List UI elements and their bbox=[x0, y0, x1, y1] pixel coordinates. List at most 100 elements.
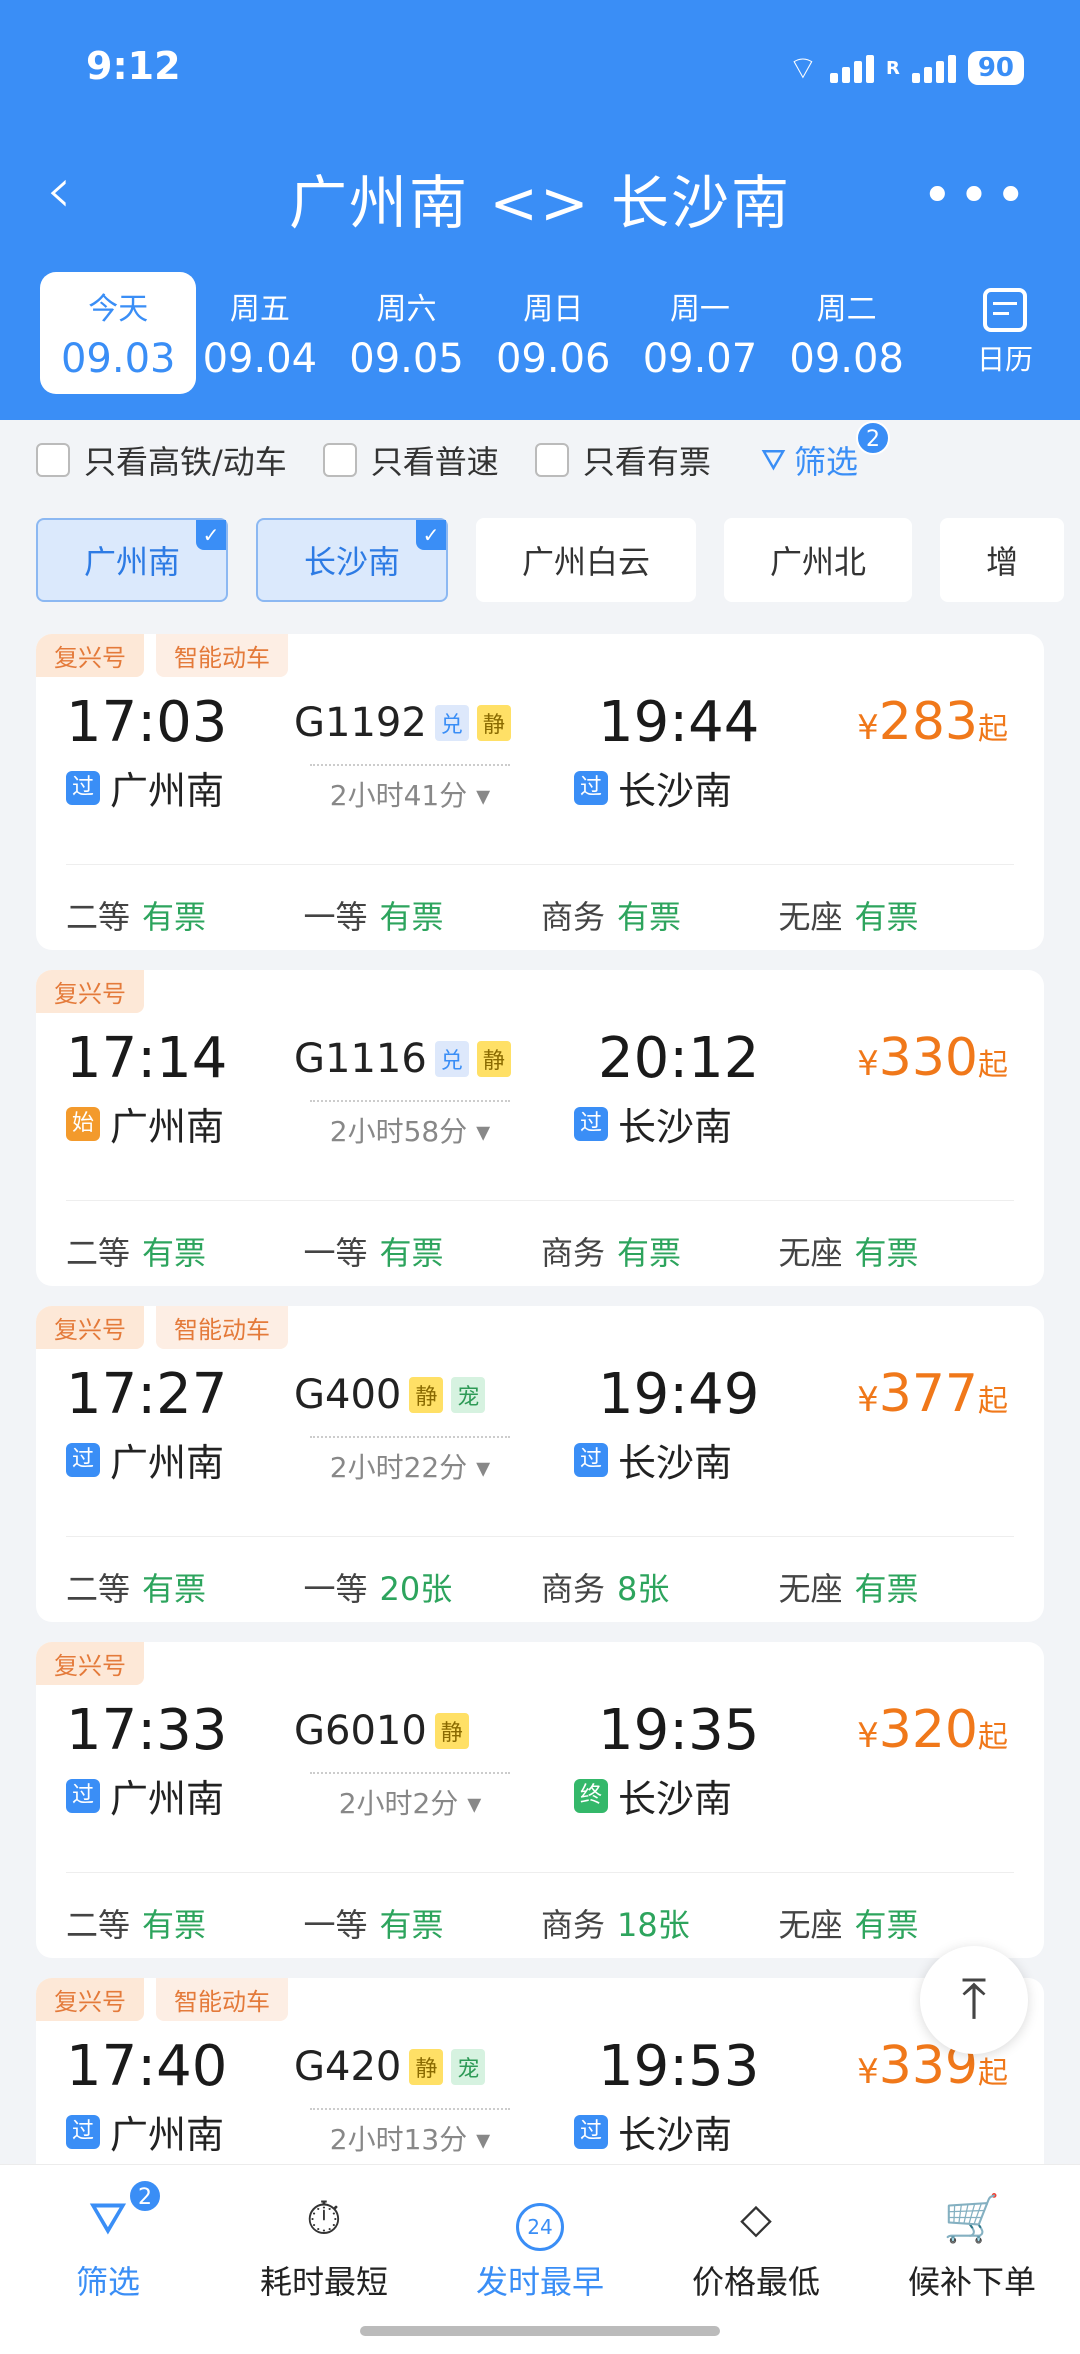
train-tags: 复兴号 智能动车 bbox=[36, 634, 288, 677]
bottom-label: 价格最低 bbox=[691, 2263, 820, 2301]
bottom-toolbar: ⛛ 2 筛选 ⏱ 耗时最短 24 发时最早 ⬦ 价格最低 🛒 候补下单 bbox=[0, 2164, 1080, 2354]
seat-class[interactable]: 商务 8张 bbox=[541, 1564, 779, 1610]
train-card[interactable]: 复兴号 智能动车 17:27 G400 静宠 19:49 2小时22分 ▾ 过广州南 过长沙南 ¥… bbox=[36, 1306, 1044, 1622]
trip-duration[interactable]: 2小时22分 ▾ bbox=[310, 1436, 510, 1486]
arrival-time: 19:53 bbox=[598, 2034, 760, 2099]
seat-class[interactable]: 无座有票 bbox=[779, 1564, 1017, 1610]
normal-speed-checkbox[interactable]: 只看普速 bbox=[322, 437, 499, 483]
date-tab-0[interactable]: 今天 09.03 bbox=[40, 272, 197, 394]
wifi-icon: ⌔ bbox=[787, 49, 818, 87]
station-type-icon: 过 bbox=[66, 770, 100, 805]
date-tab-4[interactable]: 周一 09.07 bbox=[627, 272, 774, 394]
seat-class[interactable]: 一等 20张 bbox=[304, 1564, 542, 1610]
seat-class[interactable]: 一等有票 bbox=[304, 1228, 542, 1274]
arrival-station: 过长沙南 bbox=[574, 2104, 732, 2159]
bottom-waitlist-button[interactable]: 🛒 候补下单 bbox=[864, 2165, 1080, 2354]
seat-class[interactable]: 二等有票 bbox=[66, 1228, 304, 1274]
departure-time: 17:14 bbox=[66, 1026, 228, 1091]
train-card[interactable]: 复兴号 17:14 G1116 兑静 20:12 2小时58分 ▾ 始广州南 过长沙南 ¥330… bbox=[36, 970, 1044, 1286]
seat-availability: 二等 有票 一等 有票 商务 18张 无座 有票 bbox=[66, 1900, 1016, 1946]
date-dow: 周二 bbox=[816, 292, 877, 327]
high-speed-checkbox[interactable]: 只看高铁/动车 bbox=[36, 437, 287, 483]
seat-availability-value: 有票 bbox=[142, 898, 207, 936]
train-feature-badge: 兑 bbox=[434, 1041, 469, 1077]
station-chip-guangzhoubei[interactable]: 广州北 bbox=[724, 518, 913, 602]
more-button[interactable]: ••• bbox=[922, 166, 1032, 226]
train-feature-badge: 宠 bbox=[451, 2049, 486, 2085]
seat-availability-value: 有票 bbox=[379, 898, 444, 936]
date-dow: 今天 bbox=[88, 292, 149, 327]
seat-class[interactable]: 无座有票 bbox=[779, 1228, 1017, 1274]
date-dow: 周一 bbox=[669, 292, 730, 327]
seat-class[interactable]: 二等有票 bbox=[66, 1564, 304, 1610]
seat-class[interactable]: 无座有票 bbox=[779, 892, 1017, 938]
departure-time: 17:03 bbox=[66, 690, 228, 755]
station-type-icon: 过 bbox=[574, 1442, 608, 1477]
trip-duration[interactable]: 2小时13分 ▾ bbox=[310, 2108, 510, 2158]
seat-class-label: 一等 bbox=[303, 1906, 368, 1944]
bottom-filter-button[interactable]: ⛛ 2 筛选 bbox=[0, 2165, 216, 2354]
arrival-time: 19:35 bbox=[598, 1698, 760, 1763]
trip-duration[interactable]: 2小时2分 ▾ bbox=[310, 1772, 510, 1822]
station-chip-changshanan[interactable]: 长沙南 ✓ bbox=[256, 518, 449, 602]
seat-class[interactable]: 二等有票 bbox=[66, 1900, 304, 1946]
train-tags: 复兴号 智能动车 bbox=[36, 1978, 288, 2021]
seat-availability-value: 18张 bbox=[617, 1906, 690, 1944]
check-icon: ✓ bbox=[416, 520, 447, 550]
seat-class[interactable]: 一等有票 bbox=[304, 892, 542, 938]
arrival-time: 19:44 bbox=[598, 690, 760, 755]
seat-class[interactable]: 一等有票 bbox=[304, 1900, 542, 1946]
station-type-icon: 始 bbox=[66, 1106, 100, 1141]
seat-class[interactable]: 无座有票 bbox=[779, 1900, 1017, 1946]
train-card[interactable]: 复兴号 智能动车 17:03 G1192 兑静 19:44 2小时41分 ▾ 过广州南 过长沙南… bbox=[36, 634, 1044, 950]
seat-class[interactable]: 商务有票 bbox=[541, 892, 779, 938]
station-chip-guangzhounan[interactable]: 广州南 ✓ bbox=[36, 518, 229, 602]
station-chip-zeng[interactable]: 增 bbox=[940, 518, 1065, 602]
seat-availability-value: 有票 bbox=[379, 1906, 444, 1944]
seat-availability: 二等有票一等有票商务有票无座有票 bbox=[66, 892, 1016, 938]
train-feature-badge: 宠 bbox=[451, 1377, 486, 1413]
seat-class[interactable]: 二等有票 bbox=[66, 892, 304, 938]
seat-class-label: 商务 bbox=[541, 1570, 606, 1608]
arrival-station: 过长沙南 bbox=[574, 760, 732, 815]
chevron-down-icon: ▾ bbox=[476, 1451, 491, 1484]
date-tab-3[interactable]: 周日 09.06 bbox=[480, 272, 627, 394]
seat-availability-value: 有票 bbox=[142, 1906, 207, 1944]
train-number: G420 静宠 bbox=[294, 2044, 486, 2090]
station-chips: 广州南 ✓ 长沙南 ✓ 广州白云 广州北 增 bbox=[36, 518, 1080, 602]
seat-class[interactable]: 商务 18张 bbox=[541, 1900, 779, 1946]
filter-icon: ⛛ bbox=[88, 2191, 128, 2245]
timer-icon: ⏱ bbox=[306, 2191, 342, 2245]
arrow-up-icon: ⤒ bbox=[961, 1967, 987, 2032]
ticket-price: ¥283起 bbox=[857, 692, 1008, 752]
trip-duration[interactable]: 2小时58分 ▾ bbox=[310, 1100, 510, 1150]
date-value: 09.08 bbox=[789, 336, 904, 382]
seat-availability-value: 8张 bbox=[617, 1570, 670, 1608]
train-number: G6010 静 bbox=[294, 1708, 469, 1754]
trip-duration[interactable]: 2小时41分 ▾ bbox=[310, 764, 510, 814]
date-tab-2[interactable]: 周六 09.05 bbox=[333, 272, 480, 394]
date-tab-1[interactable]: 周五 09.04 bbox=[186, 272, 333, 394]
station-chip-label: 广州北 bbox=[770, 543, 867, 581]
train-tags: 复兴号 智能动车 bbox=[36, 1306, 288, 1349]
train-feature-badge: 静 bbox=[476, 705, 511, 741]
clock-24-icon: 24 bbox=[432, 2191, 648, 2251]
train-card[interactable]: 复兴号 17:33 G6010 静 19:35 2小时2分 ▾ 过广州南 终长沙南 ¥320起二… bbox=[36, 1642, 1044, 1958]
train-tag: 复兴号 bbox=[36, 1642, 144, 1685]
calendar-button[interactable]: 日历 bbox=[960, 280, 1050, 378]
seat-class[interactable]: 商务有票 bbox=[541, 1228, 779, 1274]
seat-availability-value: 20张 bbox=[379, 1570, 453, 1608]
divider bbox=[66, 1536, 1014, 1537]
date-dow: 周六 bbox=[376, 292, 437, 327]
available-only-checkbox[interactable]: 只看有票 bbox=[534, 437, 711, 483]
departure-station: 过广州南 bbox=[66, 1768, 224, 1823]
high-speed-label: 只看高铁/动车 bbox=[84, 443, 287, 481]
seat-class-label: 二等 bbox=[66, 1906, 131, 1944]
date-tab-5[interactable]: 周二 09.08 bbox=[773, 272, 920, 394]
filter-button[interactable]: ⛛ 筛选 2 bbox=[761, 421, 891, 483]
departure-time: 17:40 bbox=[66, 2034, 228, 2099]
station-chip-guangzhoubaiyun[interactable]: 广州白云 bbox=[476, 518, 697, 602]
header: 9:12 ⌔ R 90 ‹ 广州南 <> 长沙南 ••• 今天 09.03 周五… bbox=[0, 0, 1080, 420]
back-to-top-button[interactable]: ⤒ bbox=[920, 1946, 1028, 2054]
seat-availability: 二等有票一等有票商务有票无座有票 bbox=[66, 1228, 1016, 1274]
